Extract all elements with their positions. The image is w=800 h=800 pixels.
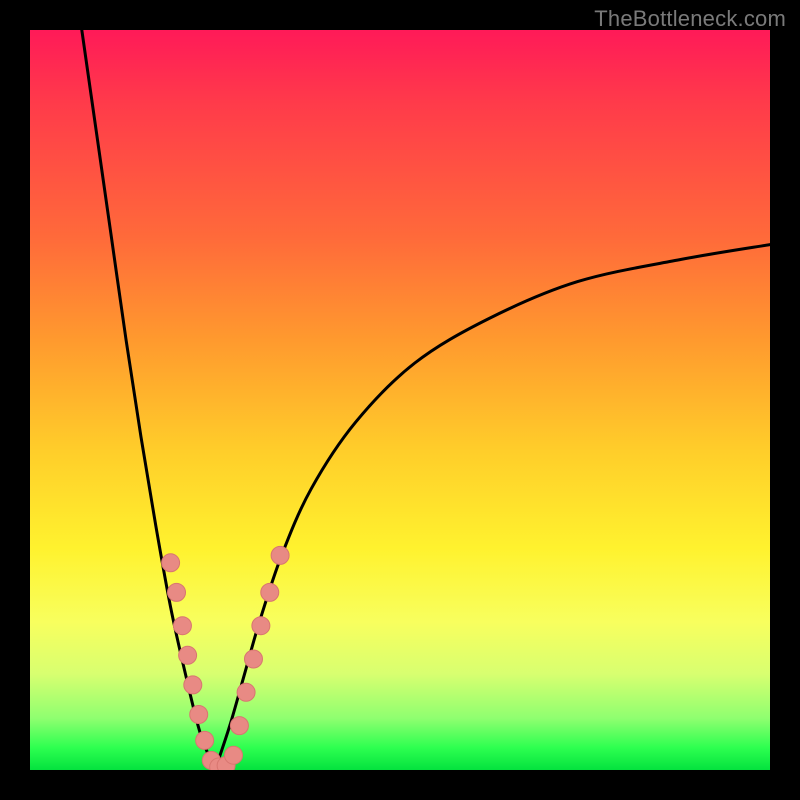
data-marker — [271, 546, 289, 564]
watermark-text: TheBottleneck.com — [594, 6, 786, 32]
data-marker — [252, 617, 270, 635]
data-marker — [237, 683, 255, 701]
data-marker — [162, 554, 180, 572]
curve-right — [215, 245, 770, 770]
outer-frame: TheBottleneck.com — [0, 0, 800, 800]
data-marker — [261, 583, 279, 601]
curve-svg — [30, 30, 770, 770]
data-marker — [230, 717, 248, 735]
data-marker — [244, 650, 262, 668]
plot-area — [30, 30, 770, 770]
data-marker — [196, 731, 214, 749]
data-marker — [173, 617, 191, 635]
data-marker — [184, 676, 202, 694]
data-marker — [190, 706, 208, 724]
data-marker — [168, 583, 186, 601]
data-marker — [179, 646, 197, 664]
data-marker — [225, 746, 243, 764]
